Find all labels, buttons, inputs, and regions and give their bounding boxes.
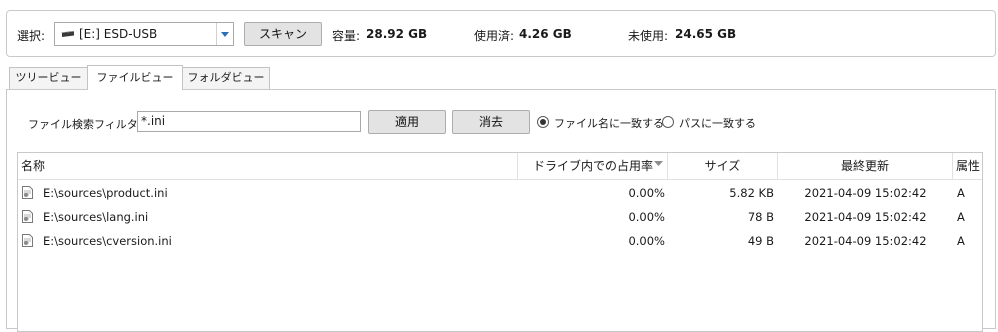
radio-match-filename-label[interactable]: ファイル名に一致する [554,115,664,131]
column-header-usage-label: ドライブ内での占用率 [532,159,653,173]
row-usage: 0.00% [628,234,665,248]
radio-match-path-label[interactable]: パスに一致する [679,115,756,131]
drive-dropdown-button[interactable] [216,23,233,45]
clear-button[interactable]: 消去 [452,110,530,134]
table-row[interactable]: E:\sources\cversion.ini 0.00% 49 B 2021-… [18,229,982,253]
row-name: E:\sources\cversion.ini [43,234,172,248]
file-list[interactable]: 名称 ドライブ内での占用率 サイズ 最終更新 属性 E:\sources\pro… [17,152,983,332]
row-attributes: A [957,210,965,224]
row-size: 5.82 KB [729,186,774,200]
tab-tree-view[interactable]: ツリービュー [9,67,88,89]
radio-selected-dot [540,119,546,125]
row-size: 49 B [747,234,774,248]
column-header-name[interactable]: 名称 [18,153,518,180]
capacity-value: 28.92 GB [366,27,428,41]
row-name: E:\sources\lang.ini [43,210,149,224]
row-usage: 0.00% [628,186,665,200]
sort-desc-icon [654,161,663,166]
free-value: 24.65 GB [675,27,737,41]
ini-file-icon [22,186,33,199]
used-value: 4.26 GB [519,27,572,41]
select-label: 選択: [17,29,46,43]
apply-button[interactable]: 適用 [368,110,446,134]
column-header-usage[interactable]: ドライブ内での占用率 [518,153,668,180]
capacity-label: 容量: [332,29,361,43]
chevron-down-icon [221,32,229,37]
drive-select[interactable]: [E:] ESD-USB [54,22,234,46]
free-label: 未使用: [628,29,669,43]
radio-match-path[interactable] [662,116,674,128]
used-label: 使用済: [474,29,515,43]
row-modified: 2021-04-09 15:02:42 [804,186,927,200]
column-header-modified[interactable]: 最終更新 [778,153,953,180]
ini-file-icon [22,234,33,247]
row-modified: 2021-04-09 15:02:42 [804,210,927,224]
ini-file-icon [22,210,33,223]
radio-match-filename[interactable] [537,116,549,128]
table-row[interactable]: E:\sources\product.ini 0.00% 5.82 KB 202… [18,181,982,205]
row-attributes: A [957,186,965,200]
drive-select-value: [E:] ESD-USB [79,27,158,41]
row-modified: 2021-04-09 15:02:42 [804,234,927,248]
usb-drive-icon [61,31,74,37]
column-header-size[interactable]: サイズ [668,153,778,180]
tab-folder-view[interactable]: フォルダビュー [182,67,270,89]
row-name: E:\sources\product.ini [43,186,168,200]
table-row[interactable]: E:\sources\lang.ini 0.00% 78 B 2021-04-0… [18,205,982,229]
column-header-attributes[interactable]: 属性 [953,153,982,180]
scan-button[interactable]: スキャン [244,22,322,46]
row-usage: 0.00% [628,210,665,224]
tab-file-view[interactable]: ファイルビュー [87,65,183,90]
filter-label: ファイル検索フィルター: [28,118,153,131]
filter-input[interactable]: *.ini [137,111,361,132]
row-attributes: A [957,234,965,248]
row-size: 78 B [747,210,774,224]
